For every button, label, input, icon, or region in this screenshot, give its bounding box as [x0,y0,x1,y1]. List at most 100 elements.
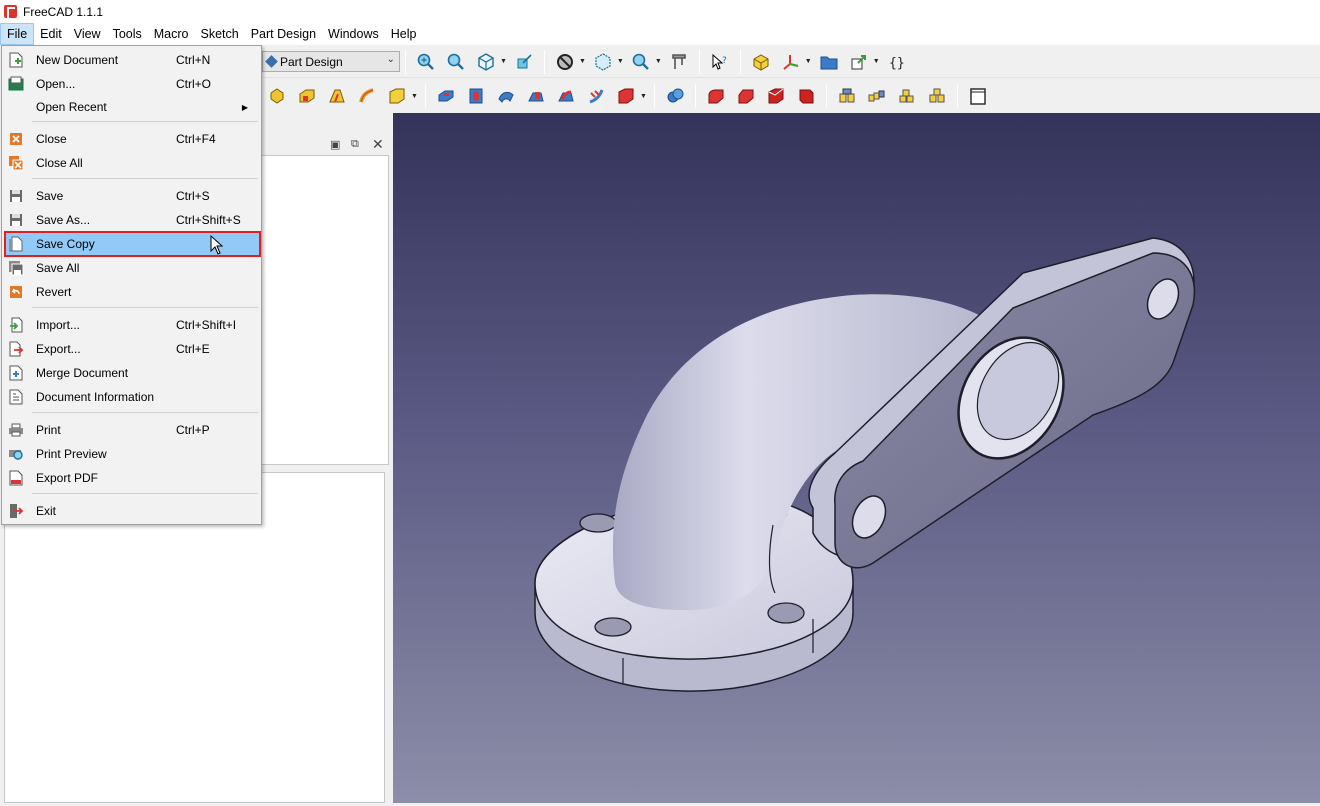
menu-item-save[interactable]: Save Ctrl+S [5,184,260,208]
panel-float-icon[interactable]: ▣ [330,138,340,151]
menu-sketch[interactable]: Sketch [195,23,245,45]
menu-item-save-all[interactable]: Save All [5,256,260,280]
menu-item-document-information[interactable]: Document Information [5,385,260,409]
menu-item-close[interactable]: Close Ctrl+F4 [5,127,260,151]
subtractive-helix-icon [589,89,604,104]
menu-windows[interactable]: Windows [322,23,385,45]
additive-feature-button-4[interactable] [354,83,380,109]
menu-file[interactable]: File [0,23,35,45]
dropdown-arrow-icon[interactable]: ▼ [640,93,647,100]
groove-button[interactable] [493,83,519,109]
standard-views-button[interactable] [473,49,499,75]
chevron-down-icon: ⌄ [386,54,395,65]
toolbar-separator [825,84,827,108]
sprocket-button[interactable] [965,83,991,109]
additive-feature-button-3[interactable] [324,83,350,109]
menu-help[interactable]: Help [385,23,423,45]
bounding-box-button[interactable] [590,49,616,75]
whats-this-button[interactable]: ? [707,49,733,75]
dropdown-arrow-icon[interactable]: ▼ [873,58,880,65]
braces-icon: {} [889,56,905,71]
menu-item-save-as[interactable]: Save As... Ctrl+Shift+S [5,208,260,232]
create-link-button[interactable] [846,49,872,75]
subtractive-pipe-button[interactable] [553,83,579,109]
dropdown-arrow-icon[interactable]: ▼ [579,58,586,65]
additive-feature-button-1[interactable] [264,83,290,109]
subtractive-primitive-button[interactable] [613,83,639,109]
menu-item-print[interactable]: Print Ctrl+P [5,418,260,442]
menu-tools[interactable]: Tools [107,23,148,45]
axis-icon [783,54,798,70]
close-icon[interactable]: ✕ [372,136,384,153]
menu-item-new-document[interactable]: New Document Ctrl+N [5,48,260,72]
chamfer-button[interactable] [733,83,759,109]
subtractive-pipe-icon [558,90,574,102]
menu-separator [32,412,258,413]
open-icon [8,76,24,92]
menu-part-design[interactable]: Part Design [245,23,322,45]
close-all-icon [8,155,24,171]
export-pdf-icon [8,470,24,486]
3d-view[interactable] [393,113,1320,806]
sketch-view-button[interactable] [511,49,537,75]
dropdown-arrow-icon[interactable]: ▼ [805,58,812,65]
menu-item-open[interactable]: Open... Ctrl+O [5,72,260,96]
fit-all-button[interactable] [413,49,439,75]
fit-selection-button[interactable] [443,49,469,75]
additive-feature-button-2[interactable] [294,83,320,109]
coordinate-system-button[interactable] [778,49,804,75]
additive-primitive-button[interactable] [384,83,410,109]
menu-view[interactable]: View [68,23,107,45]
draw-style-button[interactable] [552,49,578,75]
subtractive-loft-button[interactable] [523,83,549,109]
menu-item-merge-document[interactable]: Merge Document [5,361,260,385]
menu-bar: File Edit View Tools Macro Sketch Part D… [0,23,1320,45]
chamfer-icon [738,89,754,104]
variable-set-button[interactable]: {} [884,49,910,75]
polar-pattern-button[interactable] [894,83,920,109]
fillet-button[interactable] [703,83,729,109]
dropdown-arrow-icon[interactable]: ▼ [500,58,507,65]
menu-item-close-all[interactable]: Close All [5,151,260,175]
bolt-hole [579,513,617,533]
mirrored-button[interactable] [834,83,860,109]
whats-this-icon: ? [712,53,727,70]
panel-restore-icon[interactable]: ⧉ [351,138,359,151]
thickness-button[interactable] [793,83,819,109]
toolbar-separator [543,49,545,74]
pad-icon [299,89,315,103]
toolbar-row-1: Part Design ⌄ ▼ ▼ ▼ ▼ ? ▼ ▼ {} [262,46,1320,78]
exit-icon [8,503,24,519]
create-body-button[interactable] [748,49,774,75]
boolean-button[interactable] [662,83,688,109]
combo-view-header: ▣ ⧉ ✕ [262,136,392,155]
menu-item-print-preview[interactable]: Print Preview [5,442,260,466]
menu-item-open-recent[interactable]: Open Recent ▶ [5,95,260,119]
menu-item-exit[interactable]: Exit [5,499,260,523]
menu-item-import[interactable]: Import... Ctrl+Shift+I [5,313,260,337]
toolbar-separator [405,49,406,74]
workbench-selector[interactable]: Part Design ⌄ [262,51,400,72]
hole-button[interactable] [463,83,489,109]
dropdown-arrow-icon[interactable]: ▼ [617,58,624,65]
bolt-hole [594,617,632,637]
pocket-button[interactable] [433,83,459,109]
bolt-hole [767,602,805,624]
menu-macro[interactable]: Macro [148,23,195,45]
create-group-button[interactable] [816,49,842,75]
dropdown-arrow-icon[interactable]: ▼ [655,58,662,65]
dropdown-arrow-icon[interactable]: ▼ [411,93,418,100]
measure-button[interactable] [666,49,692,75]
subtractive-helix-button[interactable] [583,83,609,109]
multi-transform-button[interactable] [924,83,950,109]
linear-pattern-icon [868,90,885,102]
menu-item-export-pdf[interactable]: Export PDF [5,466,260,490]
menu-item-revert[interactable]: Revert [5,280,260,304]
draft-button[interactable] [763,83,789,109]
menu-item-export[interactable]: Export... Ctrl+E [5,337,260,361]
body-icon [753,53,769,71]
zoom-button[interactable] [628,49,654,75]
menu-edit[interactable]: Edit [34,23,68,45]
draw-style-icon [556,53,573,70]
linear-pattern-button[interactable] [864,83,890,109]
